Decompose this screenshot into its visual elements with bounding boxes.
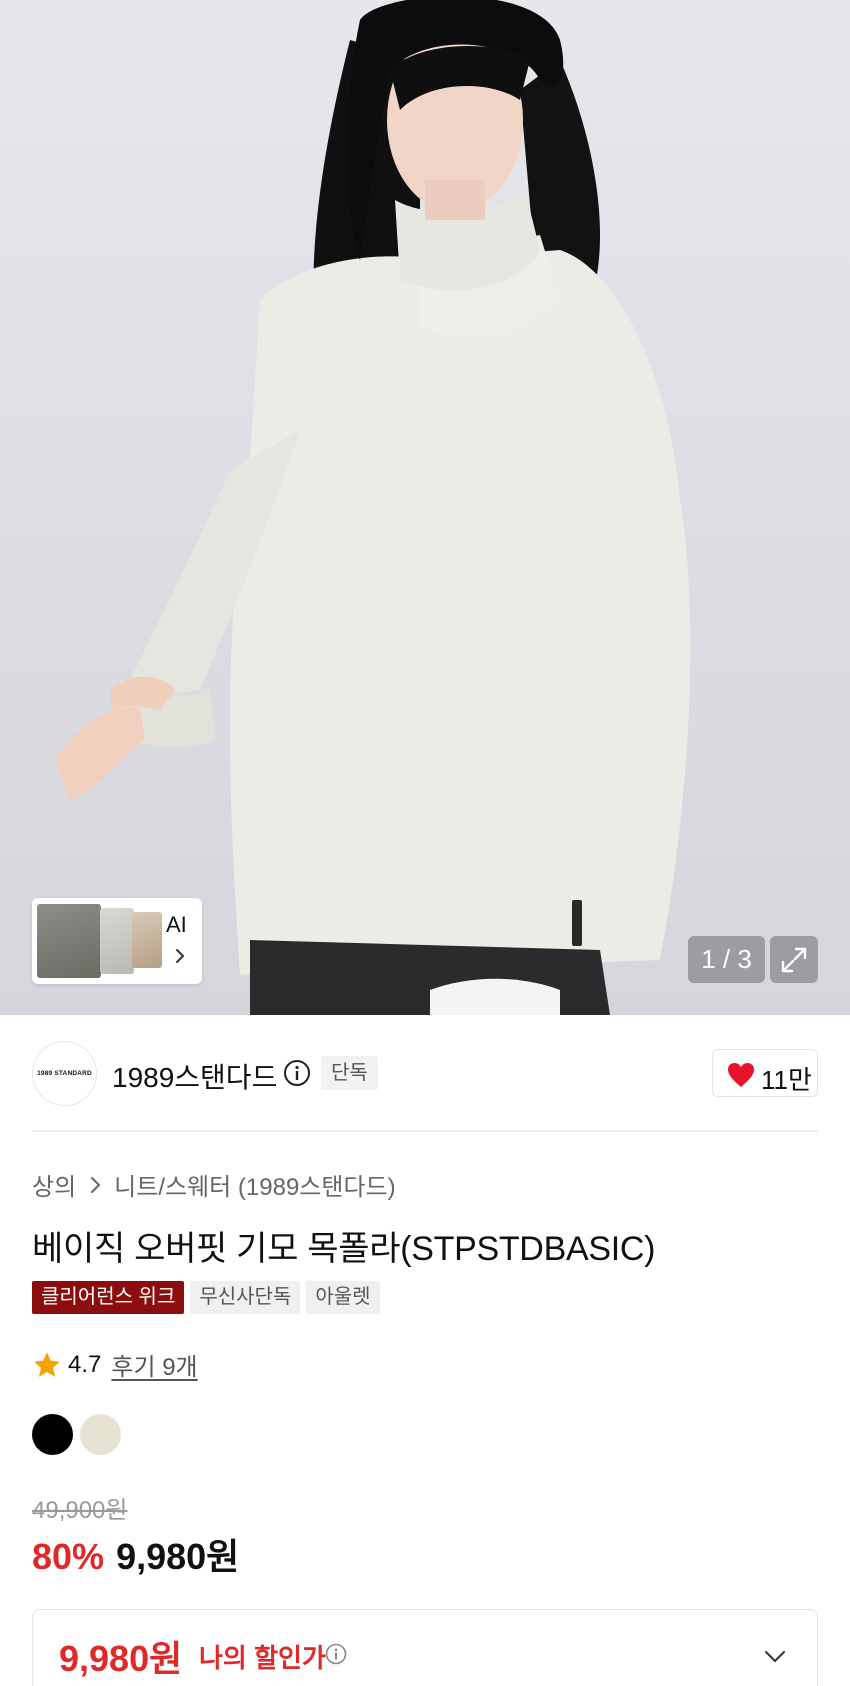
chevron-right-icon bbox=[91, 1176, 101, 1193]
tag-outlet: 아울렛 bbox=[306, 1281, 380, 1314]
expand-button[interactable] bbox=[770, 936, 818, 983]
brand-name[interactable]: 1989스탠다드 bbox=[112, 1056, 277, 1096]
info-icon[interactable] bbox=[325, 1643, 347, 1665]
reviews-link[interactable]: 후기 9개 bbox=[111, 1347, 197, 1382]
image-counter: 1 / 3 bbox=[688, 936, 765, 983]
breadcrumb-subcategory[interactable]: 니트/스웨터 (1989스탠다드) bbox=[114, 1167, 395, 1202]
my-price: 9,980원 bbox=[59, 1638, 183, 1679]
product-image-gallery[interactable]: AI 1 / 3 bbox=[0, 0, 850, 1015]
my-discount-price-box[interactable]: 9,980원 나의 할인가 bbox=[32, 1609, 818, 1686]
tag-musinsa-exclusive: 무신사단독 bbox=[190, 1281, 301, 1314]
like-button[interactable]: 11만 bbox=[712, 1049, 818, 1097]
original-price: 49,900원 bbox=[32, 1497, 128, 1524]
expand-icon bbox=[781, 947, 807, 973]
like-count: 11만 bbox=[761, 1065, 812, 1095]
color-swatch-black[interactable] bbox=[32, 1414, 73, 1455]
brand-logo[interactable]: 1989 STANDARD bbox=[32, 1041, 97, 1106]
info-icon[interactable] bbox=[283, 1059, 311, 1087]
product-title: 베이직 오버핏 기모 목폴라(STPSTDBASIC) bbox=[32, 1230, 656, 1268]
breadcrumb: 상의 니트/스웨터 (1989스탠다드) bbox=[32, 1167, 396, 1202]
sale-price: 9,980원 bbox=[116, 1536, 240, 1577]
breadcrumb-category[interactable]: 상의 bbox=[32, 1167, 76, 1202]
rating-score: 4.7 bbox=[68, 1350, 102, 1378]
ai-thumb-image-2 bbox=[100, 908, 134, 974]
my-price-label: 나의 할인가 bbox=[199, 1643, 326, 1673]
color-swatch-cream[interactable] bbox=[80, 1414, 121, 1455]
brand-logo-text: 1989 STANDARD bbox=[37, 1070, 92, 1077]
discount-rate: 80% bbox=[32, 1536, 105, 1577]
product-tags: 클리어런스 위크 무신사단독 아울렛 bbox=[32, 1281, 380, 1314]
ai-thumb-image-3 bbox=[132, 912, 162, 968]
chevron-right-icon bbox=[176, 949, 184, 963]
exclusive-badge: 단독 bbox=[321, 1056, 378, 1090]
ai-label: AI bbox=[166, 912, 187, 937]
ai-styling-thumbnail[interactable]: AI bbox=[32, 898, 202, 984]
rating-row: 4.7 후기 9개 bbox=[32, 1347, 198, 1382]
star-icon bbox=[34, 1351, 60, 1377]
divider bbox=[32, 1130, 818, 1132]
chevron-down-icon[interactable] bbox=[761, 1642, 789, 1670]
price-row: 80% 9,980원 bbox=[32, 1528, 239, 1580]
heart-icon bbox=[728, 1063, 754, 1087]
product-photo bbox=[55, 0, 691, 1015]
tag-clearance: 클리어런스 위크 bbox=[32, 1281, 185, 1314]
ai-thumb-image-1 bbox=[37, 904, 101, 978]
